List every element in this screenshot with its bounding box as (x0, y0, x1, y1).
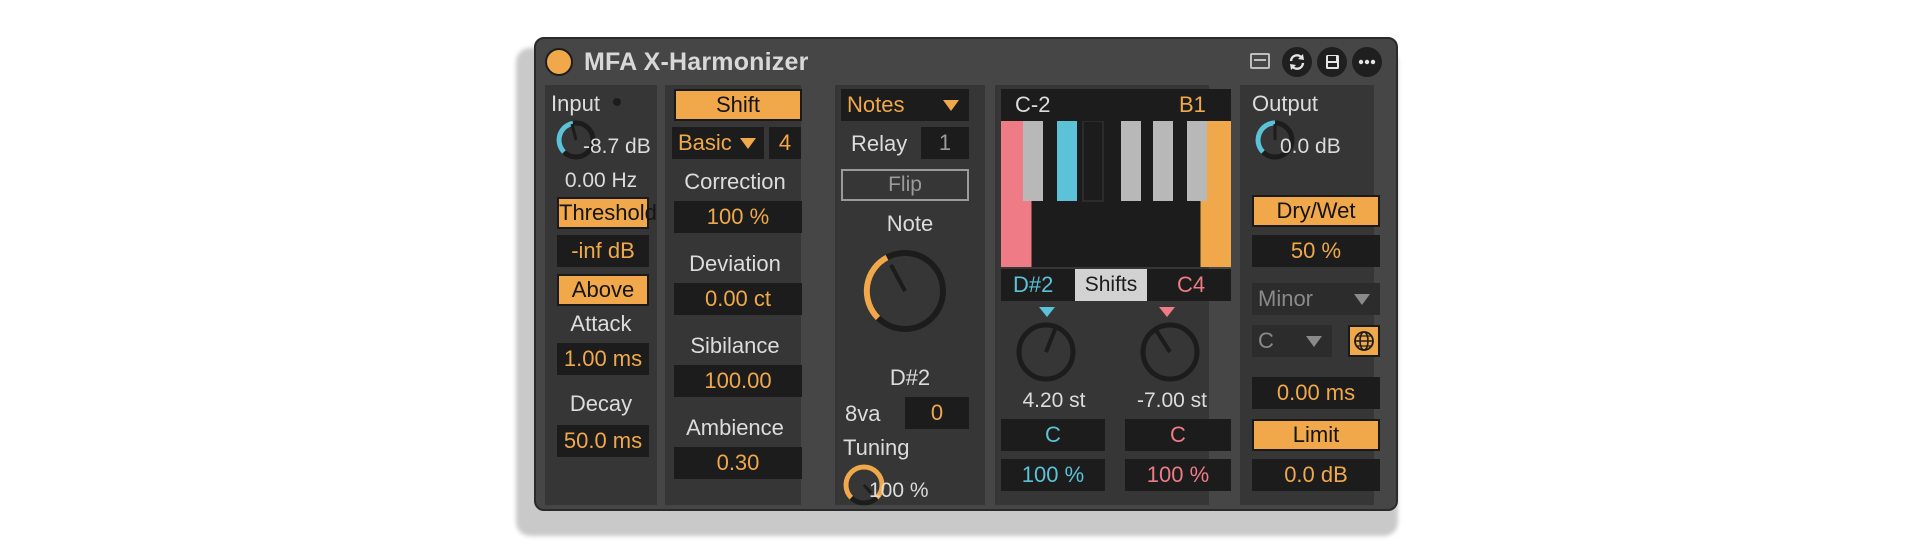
right-mix[interactable]: 100 % (1125, 459, 1231, 491)
chevron-down-icon (740, 138, 756, 149)
input-frequency: 0.00 Hz (564, 169, 638, 192)
output-gain-value: 0.0 dB (1280, 135, 1341, 158)
right-note: C4 (1177, 272, 1206, 297)
limit-button[interactable]: Limit (1252, 419, 1380, 451)
output-label: Output (1252, 91, 1319, 116)
left-mix[interactable]: 100 % (1001, 459, 1105, 491)
correction-value[interactable]: 100 % (674, 201, 802, 233)
attack-value[interactable]: 1.00 ms (557, 343, 649, 375)
drywet-button[interactable]: Dry/Wet (1252, 195, 1380, 227)
note-knob[interactable] (857, 243, 953, 339)
left-note: D#2 (1013, 272, 1054, 297)
deviation-label: Deviation (689, 251, 781, 276)
octave-label: 8va (845, 401, 881, 426)
chevron-down-icon (943, 100, 959, 111)
limit-value[interactable]: 0.0 dB (1252, 459, 1380, 491)
sibilance-value[interactable]: 100.00 (674, 365, 802, 397)
globe-icon (1354, 331, 1374, 351)
ambience-value[interactable]: 0.30 (674, 447, 802, 479)
threshold-value[interactable]: -inf dB (557, 235, 649, 267)
input-led-icon (613, 98, 621, 106)
chevron-down-icon (1306, 336, 1322, 347)
decay-label: Decay (569, 391, 633, 416)
shift-button[interactable]: Shift (674, 89, 802, 121)
right-shift-marker-icon (1159, 307, 1175, 317)
relay-value[interactable]: 1 (921, 127, 969, 159)
drywet-value[interactable]: 50 % (1252, 235, 1380, 267)
deviation-value[interactable]: 0.00 ct (674, 283, 802, 315)
right-shift-value: -7.00 st (1136, 389, 1208, 412)
correction-label: Correction (684, 169, 786, 194)
globe-button[interactable] (1348, 325, 1380, 357)
black-key (1153, 121, 1173, 201)
tuning-value: 100 % (869, 479, 929, 502)
time-value[interactable]: 0.00 ms (1252, 377, 1380, 409)
black-key (1082, 121, 1104, 202)
right-key[interactable]: C (1125, 419, 1231, 451)
source-dropdown[interactable]: Notes (841, 89, 969, 121)
save-icon[interactable] (1317, 47, 1347, 77)
above-button[interactable]: Above (557, 274, 649, 306)
tab-shifts[interactable]: Shifts (1075, 269, 1147, 301)
left-shift-value: 4.20 st (1022, 389, 1086, 412)
input-panel: Input -8.7 dB 0.00 Hz Threshold -inf dB … (545, 85, 657, 505)
record-icon[interactable] (1250, 53, 1270, 69)
refresh-icon[interactable] (1282, 47, 1312, 77)
mode-amount[interactable]: 4 (769, 127, 801, 159)
keyboard[interactable] (1001, 121, 1231, 267)
left-key[interactable]: C (1001, 419, 1105, 451)
source-value: Notes (847, 92, 905, 117)
device-window: MFA X-Harmonizer Input -8.7 dB 0.00 Hz T… (534, 37, 1398, 511)
shift-panel: Shift Basic 4 Correction 100 % Deviation… (665, 85, 802, 505)
more-icon[interactable] (1352, 47, 1382, 77)
root-dropdown[interactable]: C (1252, 325, 1332, 357)
black-key (1023, 121, 1043, 201)
mode-dropdown[interactable]: Basic (672, 127, 764, 159)
device-title: MFA X-Harmonizer (584, 48, 809, 76)
device-power-button[interactable] (545, 48, 573, 76)
right-shift-knob[interactable] (1135, 317, 1205, 387)
input-label: Input (551, 91, 600, 116)
notes-panel: Notes Relay 1 Flip Note D#2 8va 0 Tuning… (835, 85, 985, 506)
range-low: C-2 (1015, 92, 1051, 117)
root-value: C (1258, 328, 1274, 353)
range-bar: C-2 B1 (1001, 89, 1231, 121)
left-shift-knob[interactable] (1011, 317, 1081, 387)
scale-dropdown[interactable]: Minor (1252, 283, 1380, 315)
shift-notes-bar: D#2 Shifts C4 (1001, 269, 1231, 301)
sibilance-label: Sibilance (690, 333, 780, 358)
black-key-active (1057, 121, 1077, 201)
title-bar: MFA X-Harmonizer (536, 39, 1396, 85)
mode-value: Basic (678, 130, 732, 155)
note-label: Note (886, 211, 934, 236)
input-gain-value: -8.7 dB (583, 135, 651, 158)
decay-value[interactable]: 50.0 ms (557, 425, 649, 457)
ambience-label: Ambience (686, 415, 784, 440)
left-shift-marker-icon (1039, 307, 1055, 317)
range-high: B1 (1179, 92, 1206, 117)
attack-label: Attack (570, 311, 632, 336)
output-panel: Output 0.0 dB Dry/Wet 50 % Minor C 0.00 … (1240, 85, 1380, 505)
octave-value[interactable]: 0 (905, 397, 969, 429)
chevron-down-icon (1354, 294, 1370, 305)
relay-label: Relay (851, 131, 908, 156)
flip-button[interactable]: Flip (841, 169, 969, 201)
scale-value: Minor (1258, 286, 1314, 311)
shifts-panel: C-2 B1 D#2 Shifts C4 4.20 st C 100 % -7.… (995, 85, 1231, 505)
black-key (1121, 121, 1141, 201)
black-key (1187, 121, 1207, 201)
note-value: D#2 (889, 365, 931, 390)
tuning-label: Tuning (843, 435, 910, 460)
threshold-button[interactable]: Threshold (557, 197, 657, 229)
